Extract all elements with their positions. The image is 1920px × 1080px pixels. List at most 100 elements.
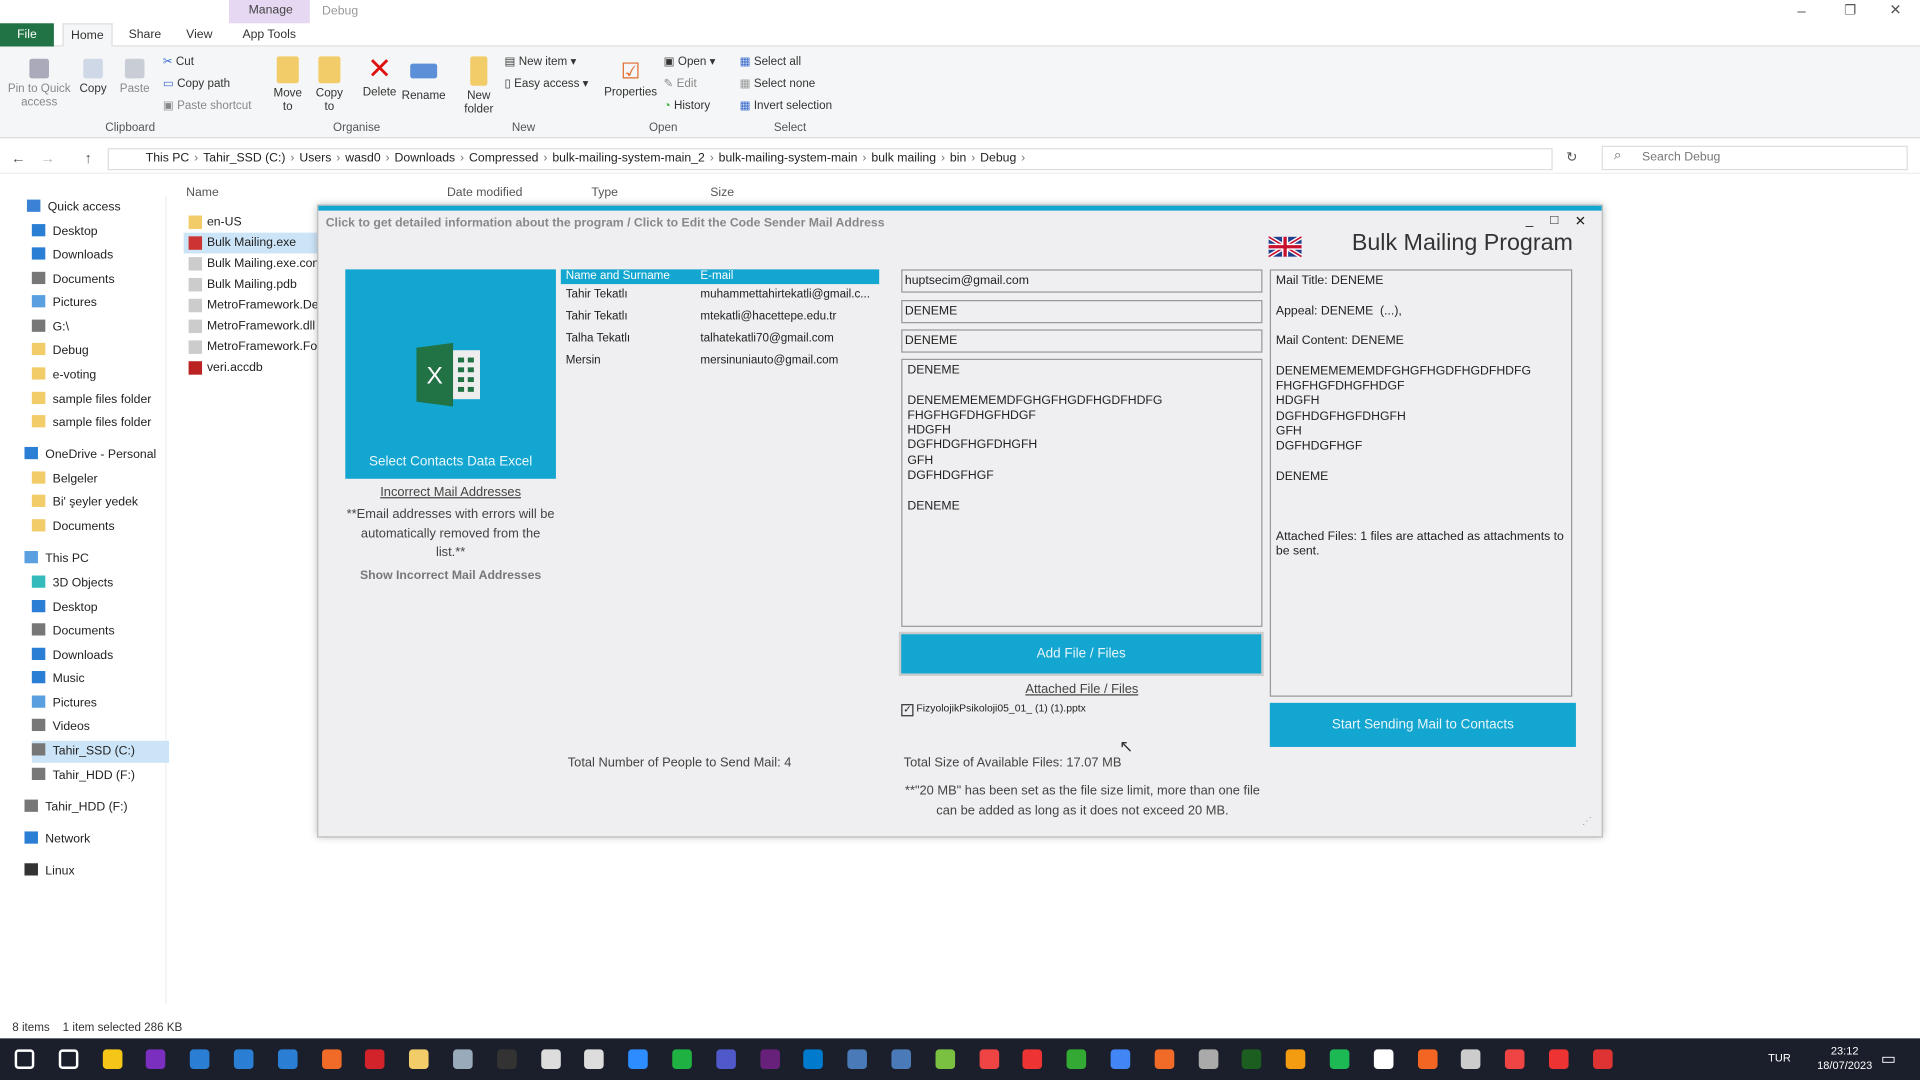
contact-row[interactable]: Talha Tekatlı talhatekatli70@gmail.com	[561, 328, 879, 350]
rename-button[interactable]: Rename	[402, 59, 446, 103]
nav-item[interactable]: Tahir_HDD (F:)	[31, 765, 135, 787]
header-name[interactable]: Name and Surname	[561, 269, 701, 284]
attached-file-item[interactable]: ✓ FizyolojikPsikoloji05_01_ (1) (1).pptx	[901, 702, 1086, 717]
tab-file[interactable]: File	[0, 23, 54, 47]
file-item[interactable]: Bulk Mailing.exe	[183, 232, 321, 254]
breadcrumb-item[interactable]: This PC	[146, 152, 190, 165]
refresh-button[interactable]: ↻	[1566, 149, 1577, 166]
taskbar-app-icon[interactable]	[1505, 1049, 1525, 1069]
cut-button[interactable]: ✂ Cut	[163, 55, 194, 68]
add-file-button[interactable]: Add File / Files	[901, 634, 1262, 674]
taskbar-app-icon[interactable]	[277, 1049, 298, 1069]
breadcrumb-item[interactable]: Debug	[980, 152, 1016, 165]
app-close-button[interactable]: ✕	[1575, 213, 1586, 229]
close-button[interactable]: ✕	[1889, 1, 1901, 18]
taskbar-app-icon[interactable]	[1461, 1049, 1481, 1069]
invert-selection-button[interactable]: ▦ Invert selection	[740, 99, 832, 112]
nav-item[interactable]: Network	[24, 829, 90, 851]
edit-button[interactable]: ✎ Edit	[664, 77, 697, 90]
column-name[interactable]: Name	[186, 186, 219, 199]
restore-button[interactable]: ❐	[1844, 2, 1856, 19]
breadcrumb-item[interactable]: Downloads	[395, 152, 456, 165]
nav-item[interactable]: sample files folder	[31, 389, 152, 411]
taskbar-app-icon[interactable]	[759, 1049, 780, 1069]
taskbar-app-icon[interactable]	[1548, 1049, 1569, 1069]
taskbar-app-icon[interactable]	[453, 1049, 473, 1069]
copy-to-button[interactable]: Copy to	[313, 56, 345, 114]
taskbar-app-icon[interactable]	[233, 1049, 254, 1069]
taskbar-app-icon[interactable]	[803, 1049, 824, 1069]
taskbar-app-icon[interactable]	[1022, 1049, 1043, 1069]
nav-item[interactable]: Pictures	[31, 693, 97, 715]
taskbar-app-icon[interactable]	[1592, 1049, 1613, 1069]
taskbar-app-icon[interactable]	[716, 1049, 736, 1069]
nav-item[interactable]: e-voting	[31, 365, 96, 387]
show-incorrect-button[interactable]: Show Incorrect Mail Addresses	[345, 569, 556, 582]
taskbar-app-icon[interactable]	[409, 1049, 429, 1069]
nav-item[interactable]: Documents	[31, 269, 115, 291]
taskbar-app-icon[interactable]	[1373, 1049, 1394, 1069]
properties-button[interactable]: ☑ Properties	[604, 56, 658, 99]
select-none-button[interactable]: ▦ Select none	[740, 77, 816, 90]
taskbar-app-icon[interactable]	[365, 1049, 385, 1069]
start-sending-button[interactable]: Start Sending Mail to Contacts	[1269, 702, 1576, 747]
copy-button[interactable]: Copy	[76, 58, 110, 96]
nav-item[interactable]: G:\	[31, 317, 69, 339]
move-to-button[interactable]: Move to	[272, 56, 304, 114]
breadcrumb[interactable]: This PC › Tahir_SSD (C:) › Users › wasd0 › Downl…	[107, 148, 1553, 171]
app-minimize-button[interactable]: _	[1526, 213, 1534, 228]
search-input[interactable]: Search Debug	[1601, 145, 1908, 171]
mail-title-field[interactable]: DENEME	[901, 300, 1263, 324]
taskbar-app-icon[interactable]	[102, 1049, 122, 1069]
nav-item[interactable]: Tahir_SSD (C:)	[31, 740, 169, 763]
taskbar-app-icon[interactable]	[672, 1049, 692, 1069]
column-type[interactable]: Type	[591, 186, 618, 199]
nav-item[interactable]: Desktop	[31, 598, 98, 620]
nav-item[interactable]: This PC	[24, 549, 89, 571]
start-button[interactable]	[14, 1049, 35, 1069]
nav-item[interactable]: Quick access	[26, 197, 121, 219]
taskbar-app-icon[interactable]	[584, 1049, 605, 1069]
nav-item[interactable]: Documents	[31, 517, 115, 539]
mail-content-field[interactable]: DENEME DENEMEMEMEMDFGHGFHGDFHGDFHDFG FHG…	[901, 358, 1263, 627]
history-button[interactable]: ◔ History	[664, 99, 710, 112]
clock[interactable]: 23:12 18/07/2023	[1817, 1043, 1872, 1072]
nav-item[interactable]: Pictures	[31, 293, 97, 315]
new-folder-button[interactable]: New folder	[460, 56, 497, 116]
contact-row[interactable]: Tahir Tekatlı mtekatli@hacettepe.edu.tr	[561, 306, 879, 328]
taskbar-app-icon[interactable]	[935, 1049, 955, 1069]
nav-item[interactable]: Documents	[31, 621, 115, 643]
taskbar-app-icon[interactable]	[1242, 1049, 1262, 1069]
taskbar-app-icon[interactable]	[1066, 1049, 1087, 1069]
tab-home[interactable]: Home	[62, 23, 113, 47]
taskbar-app-icon[interactable]	[979, 1049, 999, 1069]
breadcrumb-item[interactable]: Compressed	[469, 152, 538, 165]
forward-button[interactable]: →	[40, 149, 55, 166]
taskbar-app-icon[interactable]	[1110, 1049, 1131, 1069]
file-item[interactable]: MetroFramework.dll	[184, 316, 321, 337]
breadcrumb-item[interactable]: Tahir_SSD (C:)	[203, 152, 285, 165]
contact-row[interactable]: Tahir Tekatlı muhammettahirtekatli@gmail.…	[561, 284, 879, 306]
back-button[interactable]: ←	[11, 149, 26, 166]
copy-path-button[interactable]: ▭ Copy path	[163, 77, 230, 90]
file-item[interactable]: en-US	[184, 212, 321, 233]
taskbar-app-icon[interactable]	[847, 1049, 868, 1069]
nav-item[interactable]: Linux	[24, 861, 75, 883]
column-date-modified[interactable]: Date modified	[447, 186, 523, 199]
nav-item[interactable]: Desktop	[31, 222, 98, 244]
attached-file-checkbox[interactable]: ✓	[901, 704, 914, 717]
taskbar-app-icon[interactable]	[146, 1049, 166, 1069]
tab-manage[interactable]: Manage	[249, 4, 293, 17]
breadcrumb-item[interactable]: Users	[299, 152, 331, 165]
breadcrumb-item[interactable]: bulk-mailing-system-main_2	[552, 152, 704, 165]
info-link[interactable]: Click to get detailed information about …	[326, 217, 885, 230]
paste-shortcut-button[interactable]: ▣ Paste shortcut	[163, 99, 252, 112]
breadcrumb-item[interactable]: bin	[950, 152, 966, 165]
tab-app-tools[interactable]: App Tools	[235, 23, 303, 46]
taskbar-app-icon[interactable]	[540, 1049, 561, 1069]
taskbar-app-icon[interactable]	[321, 1049, 342, 1069]
taskbar-app-icon[interactable]	[496, 1049, 517, 1069]
nav-item[interactable]: Videos	[31, 716, 90, 738]
select-all-button[interactable]: ▦ Select all	[740, 55, 801, 68]
taskbar-app-icon[interactable]	[628, 1049, 648, 1069]
